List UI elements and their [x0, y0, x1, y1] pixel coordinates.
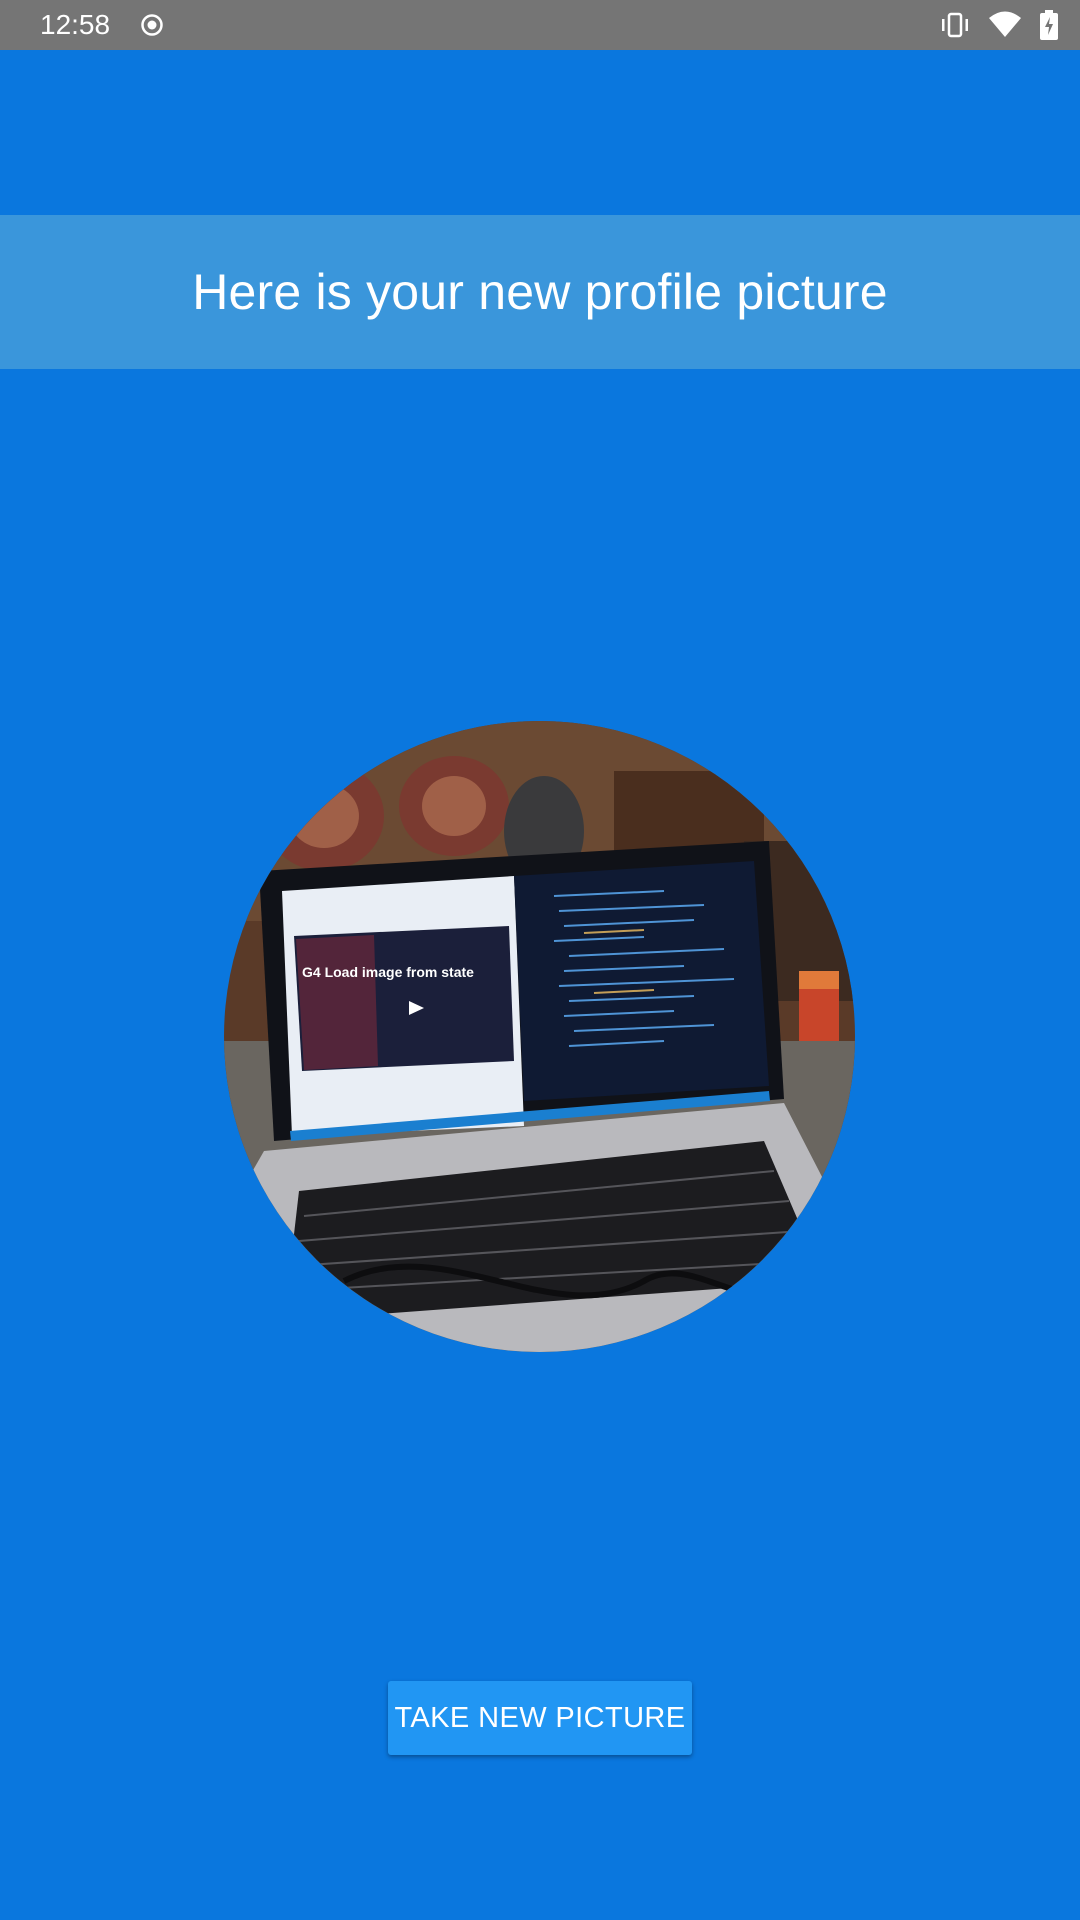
- title-banner: Here is your new profile picture: [0, 215, 1080, 369]
- profile-photo: G4 Load image from state: [224, 721, 855, 1352]
- status-bar: 12:58: [0, 0, 1080, 50]
- page-title: Here is your new profile picture: [192, 264, 888, 320]
- status-icons: [940, 9, 1058, 41]
- vibrate-icon: [940, 12, 970, 38]
- wifi-icon: [988, 11, 1022, 39]
- status-time: 12:58: [40, 9, 111, 40]
- laptop-screen-heading: G4 Load image from state: [302, 964, 474, 980]
- take-new-picture-button[interactable]: TAKE NEW PICTURE: [388, 1681, 692, 1755]
- battery-charging-icon: [1040, 10, 1058, 40]
- record-icon: [140, 13, 164, 37]
